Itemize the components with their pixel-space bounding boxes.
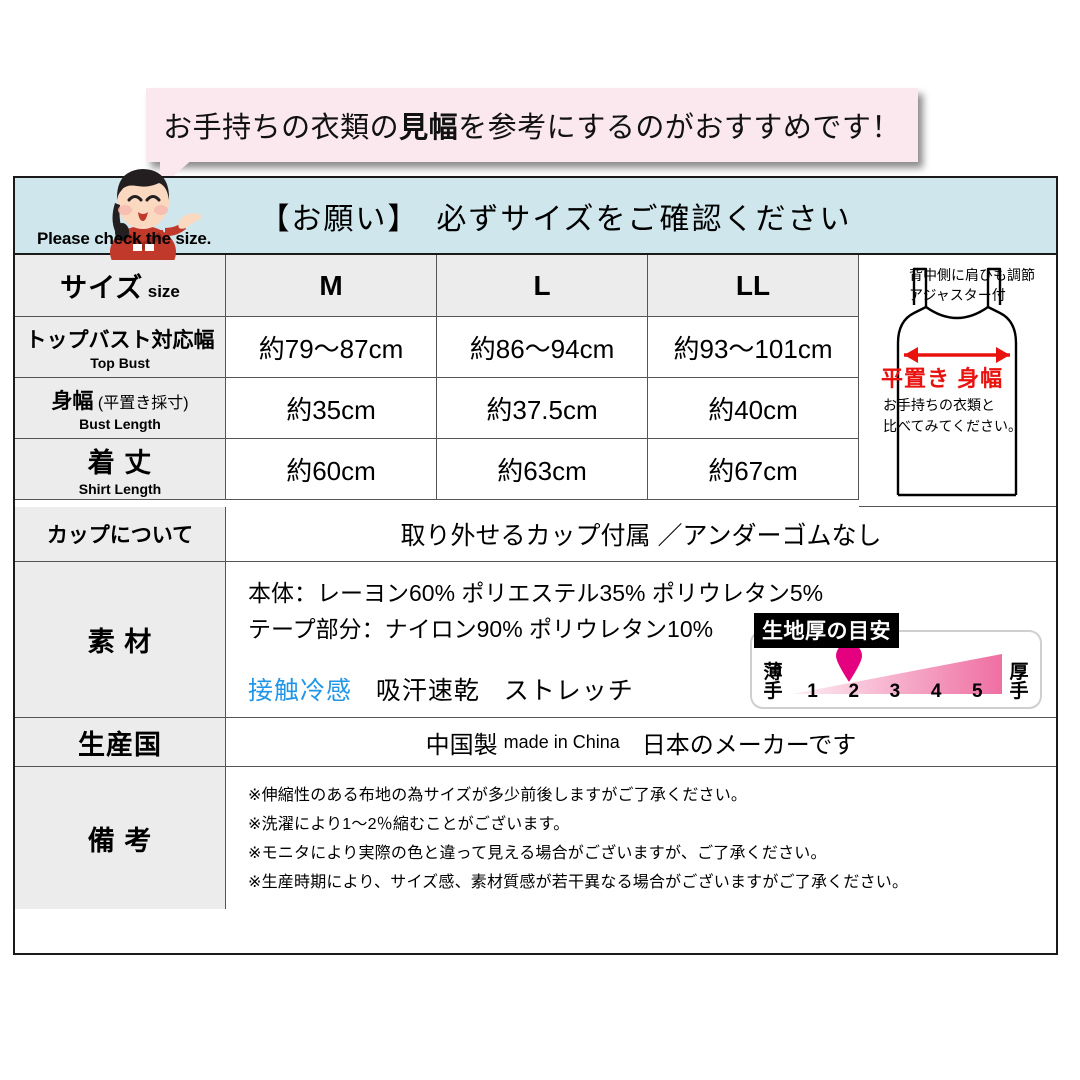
row-label-cup: カップについて bbox=[15, 507, 226, 562]
diagram-bottom-note-line1: お手持ちの衣類と bbox=[883, 397, 995, 413]
row-top-bust: トップバスト対応幅 Top Bust 約79〜87cm 約86〜94cm 約93… bbox=[15, 317, 859, 378]
chart-title: 【お願い】 必ずサイズをご確認ください bbox=[259, 202, 852, 236]
gauge-title: 生地厚の目安 bbox=[754, 613, 899, 648]
origin-maker: 日本のメーカーです bbox=[641, 731, 857, 759]
size-chart-table: 【お願い】 必ずサイズをご確認ください Please check the siz… bbox=[13, 169, 1058, 955]
row-bust-length: 身幅 (平置き採寸) Bust Length 約35cm 約37.5cm 約40… bbox=[15, 378, 859, 439]
gauge-scale-5: 5 bbox=[972, 681, 983, 702]
row-label-top-bust: トップバスト対応幅 Top Bust bbox=[15, 317, 226, 378]
note-line-2: ※洗濯により1〜2％縮むことがございます。 bbox=[248, 816, 570, 834]
row-label-notes: 備 考 bbox=[15, 767, 226, 909]
tip-text-after: を参考にするのがおすすめです！ bbox=[458, 112, 901, 144]
row-label-material: 素 材 bbox=[15, 562, 226, 718]
diagram-top-note: 背中側に肩ひも調節 アジャスター付 bbox=[909, 265, 1035, 306]
feature-stretch: ストレッチ bbox=[503, 677, 634, 706]
diagram-bottom-note: お手持ちの衣類と 比べてみてください。 bbox=[883, 395, 1022, 437]
gauge-thin-label-l1: 薄 bbox=[763, 662, 783, 683]
gauge-thick-label-l2: 手 bbox=[1009, 681, 1029, 702]
tip-text-before: お手持ちの衣類の bbox=[163, 112, 400, 144]
tip-bubble-body: お手持ちの衣類の見幅を参考にするのがおすすめです！ bbox=[146, 88, 918, 162]
gauge-scale-3: 3 bbox=[889, 681, 901, 702]
feature-cooling: 接触冷感 bbox=[248, 677, 353, 706]
row-label-bust-length-jp: 身幅 bbox=[51, 389, 94, 413]
row-cup: カップについて 取り外せるカップ付属 ／アンダーゴムなし bbox=[15, 507, 1056, 562]
value-top-bust-m: 約79〜87cm bbox=[226, 317, 437, 378]
value-top-bust-l: 約86〜94cm bbox=[437, 317, 648, 378]
gauge-thick-label: 厚 手 bbox=[1004, 663, 1034, 701]
row-label-bust-length-note: (平置き採寸) bbox=[97, 394, 189, 412]
value-shirt-length-ll: 約67cm bbox=[648, 439, 859, 500]
row-label-top-bust-en: Top Bust bbox=[90, 354, 150, 371]
value-bust-length-ll: 約40cm bbox=[648, 378, 859, 439]
size-header-row: サイズ size M L LL bbox=[15, 255, 859, 317]
gauge-scale-4: 4 bbox=[930, 681, 942, 702]
column-header-ll: LL bbox=[648, 255, 859, 317]
material-content: 本体：レーヨン60% ポリエステル35% ポリウレタン5% テープ部分：ナイロン… bbox=[226, 562, 1056, 718]
row-material: 素 材 本体：レーヨン60% ポリエステル35% ポリウレタン5% テープ部分：… bbox=[15, 562, 1056, 718]
row-notes: 備 考 ※伸縮性のある布地の為サイズが多少前後しますがご了承ください。 ※洗濯に… bbox=[15, 767, 1056, 909]
value-shirt-length-l: 約63cm bbox=[437, 439, 648, 500]
row-label-origin-jp: 生産国 bbox=[78, 729, 162, 760]
row-label-notes-jp: 備 考 bbox=[87, 825, 153, 856]
measurements-section: サイズ size M L LL トップバスト対応幅 Top Bust 約79〜8… bbox=[15, 255, 1056, 507]
value-shirt-length-m: 約60cm bbox=[226, 439, 437, 500]
diagram-top-note-line1: 背中側に肩ひも調節 bbox=[909, 267, 1035, 283]
tip-speech-bubble: お手持ちの衣類の見幅を参考にするのがおすすめです！ bbox=[146, 88, 918, 188]
gauge-thin-label: 薄 手 bbox=[758, 663, 788, 701]
row-label-material-jp: 素 材 bbox=[87, 627, 153, 657]
row-origin: 生産国 中国製 made in China 日本のメーカーです bbox=[15, 718, 1056, 767]
chart-header-banner: 【お願い】 必ずサイズをご確認ください Please check the siz… bbox=[15, 169, 1056, 260]
value-bust-length-l: 約37.5cm bbox=[437, 378, 648, 439]
row-shirt-length: 着 丈 Shirt Length 約60cm 約63cm 約67cm bbox=[15, 439, 859, 500]
row-label-bust-length: 身幅 (平置き採寸) Bust Length bbox=[15, 378, 226, 439]
row-label-cup-jp: カップについて bbox=[46, 524, 194, 547]
value-top-bust-ll: 約93〜101cm bbox=[648, 317, 859, 378]
tip-text-emphasis: 見幅 bbox=[399, 112, 459, 144]
value-origin: 中国製 made in China 日本のメーカーです bbox=[226, 718, 1056, 767]
row-label-top-bust-jp: トップバスト対応幅 bbox=[25, 328, 215, 352]
row-label-shirt-length: 着 丈 Shirt Length bbox=[15, 439, 226, 500]
diagram-arrow-label: 平置き 身幅 bbox=[881, 366, 1004, 391]
material-line-main: 本体：レーヨン60% ポリエステル35% ポリウレタン5% bbox=[248, 580, 824, 606]
gauge-scale: 1 2 3 4 5 bbox=[792, 681, 998, 703]
note-line-1: ※伸縮性のある布地の為サイズが多少前後しますがご了承ください。 bbox=[248, 787, 748, 804]
diagram-bottom-note-line2: 比べてみてください。 bbox=[883, 418, 1023, 434]
fabric-thickness-gauge: 薄 手 厚 手 1 2 3 4 5 生地厚の目安 bbox=[750, 613, 1042, 709]
value-bust-length-m: 約35cm bbox=[226, 378, 437, 439]
column-header-l: L bbox=[437, 255, 648, 317]
feature-quick-dry: 吸汗速乾 bbox=[375, 677, 480, 706]
gauge-thick-label-l1: 厚 bbox=[1009, 662, 1029, 683]
garment-diagram-panel: 背中側に肩ひも調節 アジャスター付 平置き 身幅 お手持ちの衣類と 比べてみてく… bbox=[859, 255, 1056, 507]
size-label-en: size bbox=[147, 282, 180, 301]
note-line-4: ※生産時期により、サイズ感、素材質感が若干異なる場合がございますがご了承ください… bbox=[248, 874, 909, 892]
size-header-label: サイズ size bbox=[15, 255, 226, 317]
column-header-m: M bbox=[226, 255, 437, 317]
diagram-top-note-line2: アジャスター付 bbox=[909, 287, 1006, 304]
note-line-3: ※モニタにより実際の色と違って見える場合がございますが、ご了承ください。 bbox=[248, 845, 827, 863]
measurements-grid: サイズ size M L LL トップバスト対応幅 Top Bust 約79〜8… bbox=[15, 255, 859, 507]
origin-en: made in China bbox=[503, 731, 620, 752]
row-label-bust-length-en: Bust Length bbox=[79, 415, 161, 432]
origin-jp: 中国製 bbox=[425, 731, 498, 759]
gauge-scale-2: 2 bbox=[848, 681, 860, 702]
value-cup: 取り外せるカップ付属 ／アンダーゴムなし bbox=[226, 507, 1056, 562]
notes-content: ※伸縮性のある布地の為サイズが多少前後しますがご了承ください。 ※洗濯により1〜… bbox=[226, 767, 1056, 909]
chart-title-english: Please check the size. bbox=[37, 229, 212, 248]
gauge-scale-1: 1 bbox=[807, 681, 818, 702]
row-label-shirt-length-en: Shirt Length bbox=[78, 481, 162, 497]
gauge-position-marker-icon bbox=[836, 644, 862, 682]
row-label-shirt-length-jp: 着 丈 bbox=[87, 448, 153, 478]
size-label-jp: サイズ bbox=[60, 273, 144, 303]
tip-bubble-text: お手持ちの衣類の見幅を参考にするのがおすすめです！ bbox=[163, 104, 901, 146]
row-label-origin: 生産国 bbox=[15, 718, 226, 767]
gauge-thin-label-l2: 手 bbox=[763, 681, 783, 702]
